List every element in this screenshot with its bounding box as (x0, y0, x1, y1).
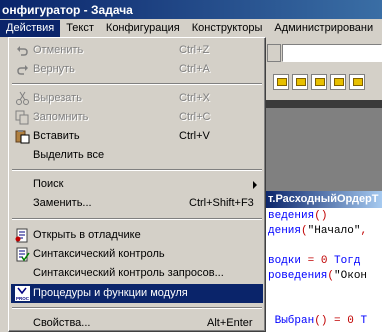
copy-icon (15, 110, 29, 125)
proc-icon-text: PROC (16, 296, 30, 301)
scissors-icon (16, 91, 29, 105)
menu-item-shortcut: Ctrl+V (179, 130, 210, 142)
menu-actions[interactable]: Действия (0, 20, 61, 37)
menu-item-select-all[interactable]: Выделить все (11, 146, 263, 165)
code-line: ведения() (268, 210, 327, 222)
toolbar-doc-icon-5[interactable] (349, 74, 365, 90)
menu-item-label: Свойства... (33, 317, 91, 329)
redo-icon (17, 65, 28, 75)
menu-item-label: Процедуры и функции модуля (33, 287, 188, 299)
toolbar-doc-icon-3[interactable] (311, 74, 327, 90)
menu-item-shortcut: Alt+Enter (207, 317, 253, 329)
menu-item-label: Открыть в отладчике (33, 229, 141, 241)
actions-dropdown-menu: Отменить Ctrl+Z Вернуть Ctrl+A Вырезать … (8, 37, 266, 332)
code-token: "Начало" (307, 225, 361, 237)
menu-item-copy[interactable]: Запомнить Ctrl+C (11, 108, 263, 127)
toolbar-divider (265, 100, 382, 108)
menu-item-replace[interactable]: Заменить... Ctrl+Shift+F3 (11, 194, 263, 213)
code-line: роведения("Окон (268, 270, 367, 282)
code-line: водки = 0 Тогд (268, 255, 360, 267)
menu-separator (12, 307, 262, 309)
menu-item-label: Запомнить (33, 111, 89, 123)
menu-item-shortcut: Ctrl+Shift+F3 (189, 197, 254, 209)
menu-constructors[interactable]: Конструкторы (186, 20, 269, 37)
menu-item-paste[interactable]: Вставить Ctrl+V (11, 127, 263, 146)
toolbar (265, 38, 382, 100)
undo-icon (17, 46, 28, 56)
menu-item-shortcut: Ctrl+X (179, 92, 210, 104)
menu-item-open-debugger[interactable]: Открыть в отладчике (11, 226, 263, 245)
toolbar-input[interactable] (282, 44, 382, 62)
proc-icon: PROC (15, 286, 30, 301)
menu-item-label: Синтаксический контроль запросов... (33, 267, 224, 279)
menu-separator (12, 169, 262, 171)
menu-item-label: Заменить... (33, 197, 92, 209)
toolbar-doc-icon-1[interactable] (273, 74, 289, 90)
code-token: () = 0 (314, 315, 361, 327)
toolbar-combo-button[interactable] (267, 44, 281, 62)
code-token: ведения (268, 210, 315, 222)
menu-item-label: Вставить (33, 130, 80, 142)
code-token: () (314, 210, 328, 222)
window-title: онфигуратор - Задача (0, 0, 382, 19)
toolbar-icons (273, 74, 365, 90)
submenu-arrow-icon (253, 181, 257, 189)
menu-separator (12, 83, 262, 85)
menu-item-undo[interactable]: Отменить Ctrl+Z (11, 41, 263, 60)
toolbar-doc-icon-2[interactable] (292, 74, 308, 90)
code-token: "Окон (334, 270, 368, 282)
menu-item-shortcut: Ctrl+Z (179, 44, 210, 56)
code-editor[interactable]: ведения() дения("Начало", водки = 0 Тогд ро… (265, 208, 382, 332)
code-token: водки (268, 255, 302, 267)
menu-item-query-syntax-check[interactable]: Синтаксический контроль запросов... (11, 264, 263, 283)
code-token: ( (301, 225, 308, 237)
code-token: Тогд (334, 255, 361, 267)
code-token: , (360, 225, 368, 237)
menu-configuration[interactable]: Конфигурация (100, 20, 186, 37)
menu-item-shortcut: Ctrl+C (179, 111, 211, 123)
toolbar-doc-icon-4[interactable] (330, 74, 346, 90)
menu-administration[interactable]: Администрировани (268, 20, 379, 37)
menu-item-label: Вырезать (33, 92, 82, 104)
menu-item-label: Синтаксический контроль (33, 248, 165, 260)
menu-bar: Действия Текст Конфигурация Конструкторы… (0, 19, 382, 38)
code-token: = 0 (301, 255, 335, 267)
code-token: роведения (268, 270, 328, 282)
code-token: Т (360, 315, 368, 327)
menu-item-shortcut: Ctrl+A (179, 63, 210, 75)
menu-item-find[interactable]: Поиск (11, 175, 263, 194)
menu-item-label: Поиск (33, 178, 64, 190)
menu-item-label: Отменить (33, 44, 84, 56)
menu-item-cut[interactable]: Вырезать Ctrl+X (11, 89, 263, 108)
menu-item-procedures[interactable]: PROC Процедуры и функции модуля (11, 284, 263, 303)
syntax-check-icon (16, 247, 30, 262)
code-token: Выбран (268, 315, 315, 327)
menu-separator (12, 218, 262, 220)
menu-text[interactable]: Текст (60, 20, 100, 37)
menu-item-label: Вернуть (33, 63, 75, 75)
code-line: дения("Начало", (268, 225, 367, 237)
module-window-title: т.РасходныйОрдерТ (265, 191, 382, 208)
workspace-background (265, 108, 382, 191)
code-token: дения (268, 225, 302, 237)
menu-item-properties[interactable]: Свойства... Alt+Enter (11, 314, 263, 332)
debugger-icon (15, 228, 28, 243)
menu-item-label: Выделить все (33, 149, 105, 161)
menu-item-syntax-check[interactable]: Синтаксический контроль (11, 245, 263, 264)
menu-item-redo[interactable]: Вернуть Ctrl+A (11, 60, 263, 79)
code-line: Выбран() = 0 Т (268, 315, 367, 327)
paste-icon (15, 130, 30, 144)
